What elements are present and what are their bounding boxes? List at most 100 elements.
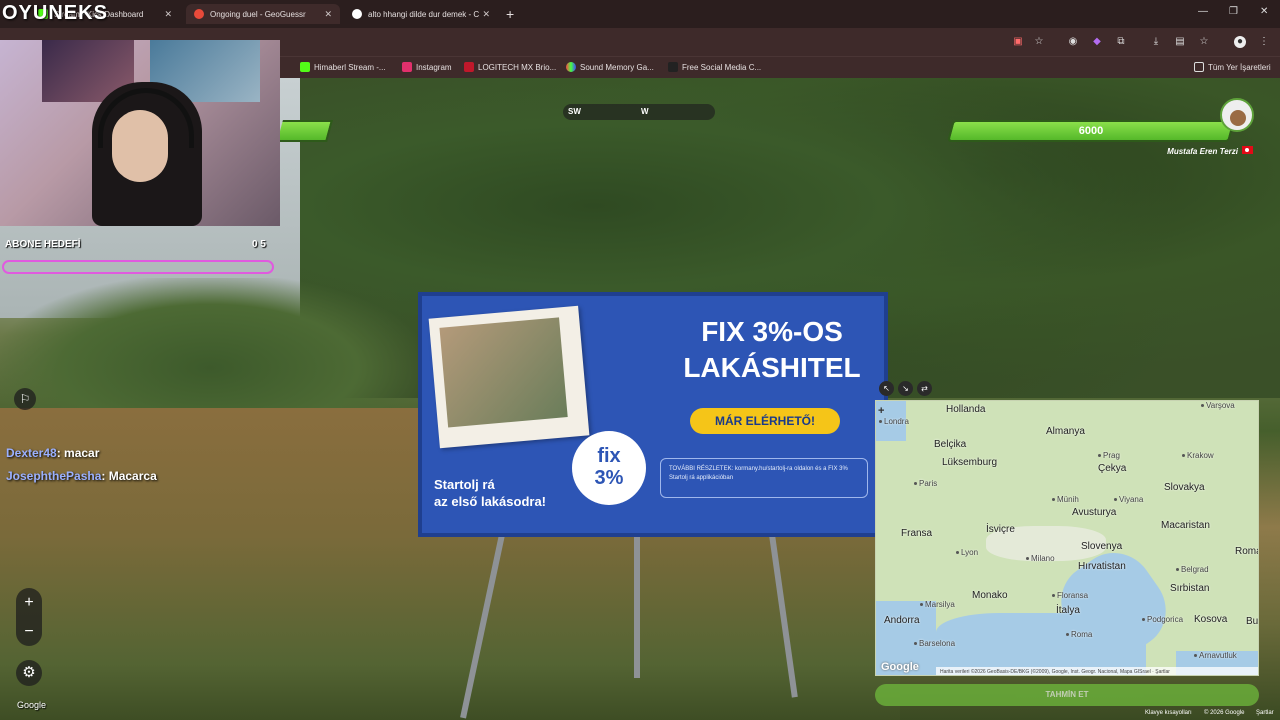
seal-line: fix: [597, 445, 621, 467]
headline-line: FIX 3%-OS: [701, 316, 843, 347]
puzzle-icon[interactable]: ⧉: [1115, 36, 1127, 48]
goal-current: 0: [252, 239, 258, 250]
map-country-label: Sırbistan: [1170, 583, 1210, 594]
bookmark-label: Sound Memory Ga...: [580, 62, 654, 72]
billboard-seal: fix 3%: [572, 431, 646, 505]
google-logo: Google: [17, 700, 47, 710]
profile-icon[interactable]: ●: [1234, 36, 1246, 48]
map-city-label: Marsilya: [920, 600, 955, 609]
map-city-label: Floransa: [1052, 591, 1088, 600]
social-media-icon: [668, 62, 678, 72]
map-city-label: Krakow: [1182, 451, 1214, 460]
map-country-label: Avusturya: [1072, 507, 1117, 518]
map-city-label: Münih: [1052, 495, 1079, 504]
report-icon[interactable]: ⚐: [14, 388, 36, 410]
billboard-photo: [428, 305, 590, 449]
map-country-label: Slovakya: [1164, 482, 1205, 493]
expand-map-icon[interactable]: ↖: [879, 381, 894, 396]
attribution-text: Harita verileri ©2026 GeoBasis-DE/BKG (©…: [940, 669, 1151, 675]
map-city-label: Lyon: [956, 548, 978, 557]
keyboard-shortcuts-link[interactable]: Klavye kısayolları: [1145, 710, 1192, 716]
cast-icon[interactable]: ▣: [1012, 36, 1024, 48]
player-health-bar: [277, 120, 333, 142]
extension-icon[interactable]: ◉: [1067, 36, 1079, 48]
map-country-label: Fransa: [901, 528, 933, 539]
avatar-face: [1230, 110, 1246, 126]
chat-user: Dexter48: [6, 446, 57, 460]
bookmark-item[interactable]: LOGITECH MX Brio...: [464, 62, 556, 72]
chat-user: JosephthePasha: [6, 469, 102, 483]
map-attribution: Harita verileri ©2026 GeoBasis-DE/BKG (©…: [936, 667, 1258, 675]
folder-icon: [1194, 62, 1204, 72]
tab-google-search[interactable]: alto hhangi dilde dur demek - C ✕: [344, 4, 498, 24]
billboard-cta: MÁR ELÉRHETŐ!: [690, 408, 840, 434]
seal-line: 3%: [594, 467, 624, 489]
bookmark-item[interactable]: Sound Memory Ga...: [566, 62, 654, 72]
guess-button[interactable]: TAHMİN ET: [875, 684, 1259, 706]
restore-button[interactable]: ❐: [1229, 6, 1238, 17]
download-icon[interactable]: ⤓: [1150, 36, 1162, 48]
settings-gear-icon[interactable]: ⚙: [16, 660, 42, 686]
map-country-label: Macaristan: [1161, 520, 1210, 531]
map-city-label: Prag: [1098, 451, 1120, 460]
chat-message: Dexter48: macar: [6, 446, 99, 460]
billboard-info: TOVÁBBI RÉSZLETEK: kormany.hu/startolj-r…: [660, 458, 868, 498]
map-country-label: İtalya: [1056, 605, 1080, 616]
reading-list-icon[interactable]: ▤: [1174, 36, 1186, 48]
terms-link[interactable]: Şartlar: [1256, 710, 1274, 716]
map-country-label: Lüksemburg: [942, 457, 998, 468]
map-country-label: Hollanda: [946, 404, 986, 415]
zoom-in-button[interactable]: +: [16, 588, 42, 617]
favorites-icon[interactable]: ☆: [1198, 36, 1210, 48]
bookmark-label: LOGITECH MX Brio...: [478, 62, 557, 72]
bookmark-item[interactable]: Instagram: [402, 62, 452, 72]
extension-icon[interactable]: ◆: [1091, 36, 1103, 48]
zoom-control: + −: [16, 588, 42, 646]
logitech-icon: [464, 62, 474, 72]
all-bookmarks[interactable]: Tüm Yer İşaretleri: [1194, 62, 1271, 72]
screen: Stream - Kick Dashboard ✕ Ongoing duel -…: [0, 0, 1280, 720]
minimize-button[interactable]: —: [1198, 6, 1208, 17]
opponent-health-value: 6000: [1078, 125, 1104, 137]
map-city-label: Podgorica: [1142, 615, 1183, 624]
bookmark-item[interactable]: Himaberl Stream -...: [300, 62, 386, 72]
bookmark-star-icon[interactable]: ☆: [1033, 36, 1045, 48]
bookmark-item[interactable]: Free Social Media C...: [668, 62, 761, 72]
zoom-out-button[interactable]: −: [16, 617, 42, 646]
google-icon: [352, 9, 362, 19]
opponent-name: Mustafa Eren Terzi: [1167, 147, 1238, 156]
tab-title: alto hhangi dilde dur demek - C: [368, 9, 480, 19]
pin-map-icon[interactable]: ⇄: [917, 381, 932, 396]
window-close-button[interactable]: ✕: [1260, 6, 1268, 17]
turkey-flag-icon: [1242, 146, 1253, 154]
shrink-map-icon[interactable]: ↘: [898, 381, 913, 396]
tab-geoguessr[interactable]: Ongoing duel - GeoGuessr ✕: [186, 4, 340, 24]
map-city-label: Milano: [1026, 554, 1055, 563]
map-country-label: Çekya: [1098, 463, 1127, 474]
menu-icon[interactable]: ⋮: [1258, 36, 1270, 48]
guess-map[interactable]: + Hollanda Almanya Belçika Lüksemburg Çe…: [875, 400, 1259, 676]
map-zoom-in[interactable]: +: [878, 405, 884, 417]
tagline-line: Startolj rá: [434, 477, 495, 492]
map-country-label: Belçika: [934, 439, 967, 450]
close-icon[interactable]: ✕: [164, 9, 172, 20]
goal-target: 5: [260, 239, 266, 250]
bookmark-label: Himaberl Stream -...: [314, 62, 386, 72]
copyright-text: © 2026 Google: [1204, 710, 1245, 716]
map-controls: ↖ ↘ ⇄: [879, 381, 932, 397]
webcam-feed: [0, 40, 280, 226]
close-icon[interactable]: ✕: [324, 9, 332, 20]
map-city-label: Barselona: [914, 639, 955, 648]
chat-message: JosephthePasha: Macarca: [6, 469, 157, 483]
billboard-post: [634, 528, 640, 678]
new-tab-button[interactable]: +: [506, 6, 514, 22]
tab-title: Ongoing duel - GeoGuessr: [210, 9, 306, 19]
map-terms-link[interactable]: Şartlar: [1155, 669, 1170, 675]
map-city-label: Arnavutluk: [1194, 651, 1237, 660]
map-country-label: Andorra: [884, 615, 920, 626]
instagram-icon: [402, 62, 412, 72]
browser-tab-bar: Stream - Kick Dashboard ✕ Ongoing duel -…: [0, 0, 1280, 28]
map-country-label: Roma: [1235, 546, 1258, 557]
map-country-label: İsviçre: [986, 524, 1015, 535]
close-icon[interactable]: ✕: [482, 9, 490, 20]
